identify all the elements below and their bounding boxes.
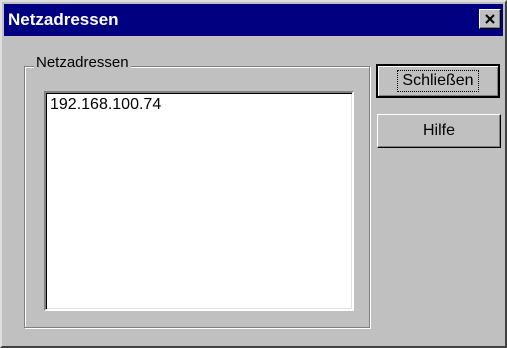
groupbox-legend: Netzadressen: [34, 54, 131, 72]
close-dialog-button[interactable]: Schließen: [376, 64, 500, 98]
help-button-label: Hilfe: [422, 122, 455, 139]
close-dialog-button-label: Schließen: [397, 70, 479, 92]
window-title: Netzadressen: [8, 10, 119, 29]
title-bar[interactable]: Netzadressen: [4, 4, 503, 36]
address-listbox[interactable]: 192.168.100.74: [44, 91, 354, 311]
list-item[interactable]: 192.168.100.74: [50, 95, 161, 115]
close-button[interactable]: [479, 9, 501, 29]
help-button[interactable]: Hilfe: [377, 114, 501, 148]
close-icon: [485, 14, 495, 24]
